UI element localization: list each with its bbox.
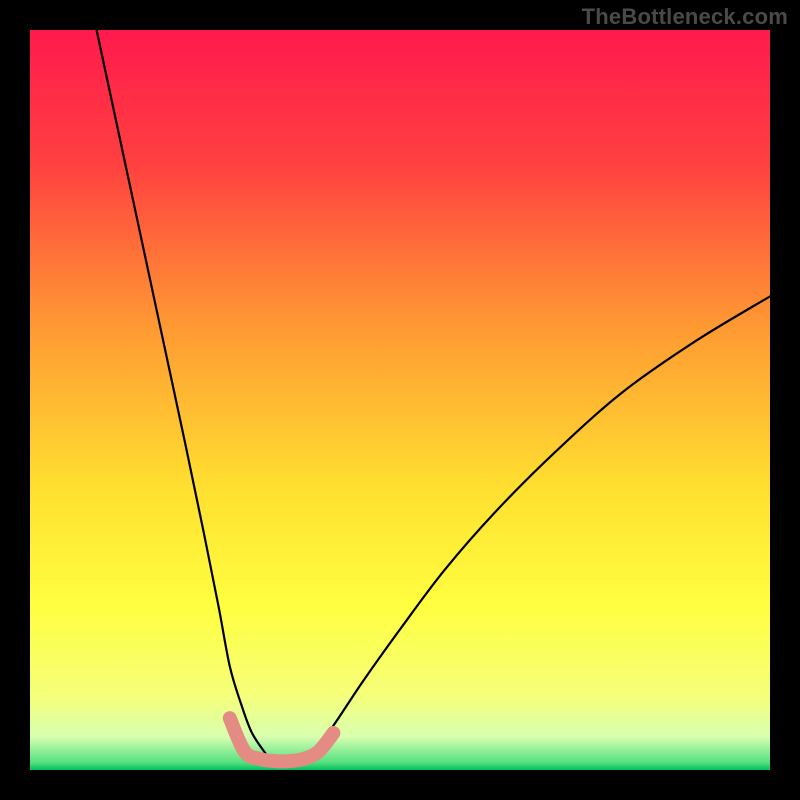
plot-background [30,30,770,770]
chart-frame: TheBottleneck.com [0,0,800,800]
bottleneck-chart [30,30,770,770]
attribution-label: TheBottleneck.com [582,4,788,30]
